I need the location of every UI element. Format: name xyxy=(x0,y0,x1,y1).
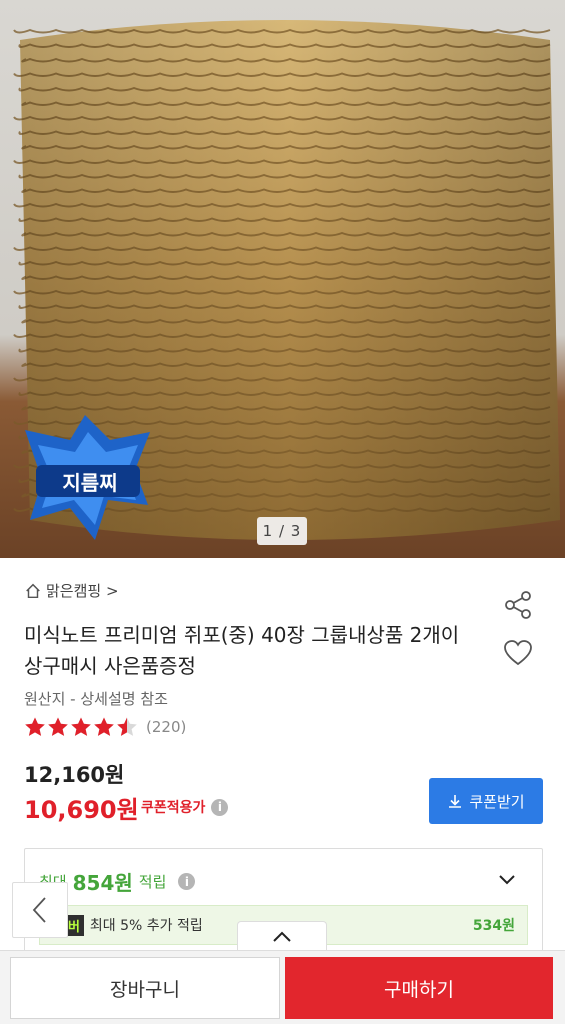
sale-price: 10,690원 xyxy=(24,796,139,824)
back-button[interactable] xyxy=(12,882,68,938)
coupon-applied-text: 쿠폰적용가 xyxy=(141,800,206,816)
member-points-amount: 534원 xyxy=(472,918,515,934)
info-icon[interactable]: i xyxy=(211,798,229,816)
seller-name: 맑은캠핑 > xyxy=(46,582,119,600)
star-icon xyxy=(48,717,68,736)
product-origin: 원산지 - 상세설명 참조 xyxy=(24,690,168,708)
collapse-toggle[interactable] xyxy=(237,921,327,951)
image-page-indicator: 1 / 3 xyxy=(257,517,307,545)
member-points-text: 최대 5% 추가 적립 xyxy=(89,918,203,934)
chevron-down-icon[interactable] xyxy=(495,867,519,891)
download-icon xyxy=(449,795,462,808)
get-coupon-label: 쿠폰받기 xyxy=(469,792,525,811)
home-icon xyxy=(26,583,40,598)
product-title: 미식노트 프리미엄 쥐포(중) 40장 그룹내상품 2개이상구매시 사은품증정 xyxy=(24,623,460,678)
points-suffix: 적립 xyxy=(138,873,167,891)
sale-badge-text: 지름찌 xyxy=(62,470,118,495)
buy-now-button[interactable]: 구매하기 xyxy=(285,957,553,1019)
product-image[interactable]: 지름찌 1 / 3 xyxy=(0,0,565,558)
bottom-action-bar: 장바구니 구매하기 xyxy=(0,950,565,1024)
star-icon xyxy=(25,717,45,736)
add-to-cart-button[interactable]: 장바구니 xyxy=(10,957,280,1019)
chevron-up-icon xyxy=(273,931,291,942)
coupon-applied-label: 쿠폰적용가 i xyxy=(141,797,229,817)
get-coupon-button[interactable]: 쿠폰받기 xyxy=(429,778,543,824)
review-count: (220) xyxy=(146,718,187,736)
seller-link[interactable]: 맑은캠핑 > xyxy=(24,580,119,601)
original-price: 12,160원 xyxy=(24,763,125,787)
points-value: 854원 xyxy=(72,871,133,895)
share-icon[interactable] xyxy=(501,590,535,620)
star-rating xyxy=(24,716,138,738)
rating[interactable]: (220) xyxy=(24,716,186,738)
chevron-left-icon xyxy=(32,897,46,923)
star-icon xyxy=(94,717,114,736)
star-icon xyxy=(117,717,137,736)
star-icon xyxy=(71,717,91,736)
points-info-icon[interactable]: i xyxy=(178,873,196,890)
heart-icon[interactable] xyxy=(501,638,535,668)
